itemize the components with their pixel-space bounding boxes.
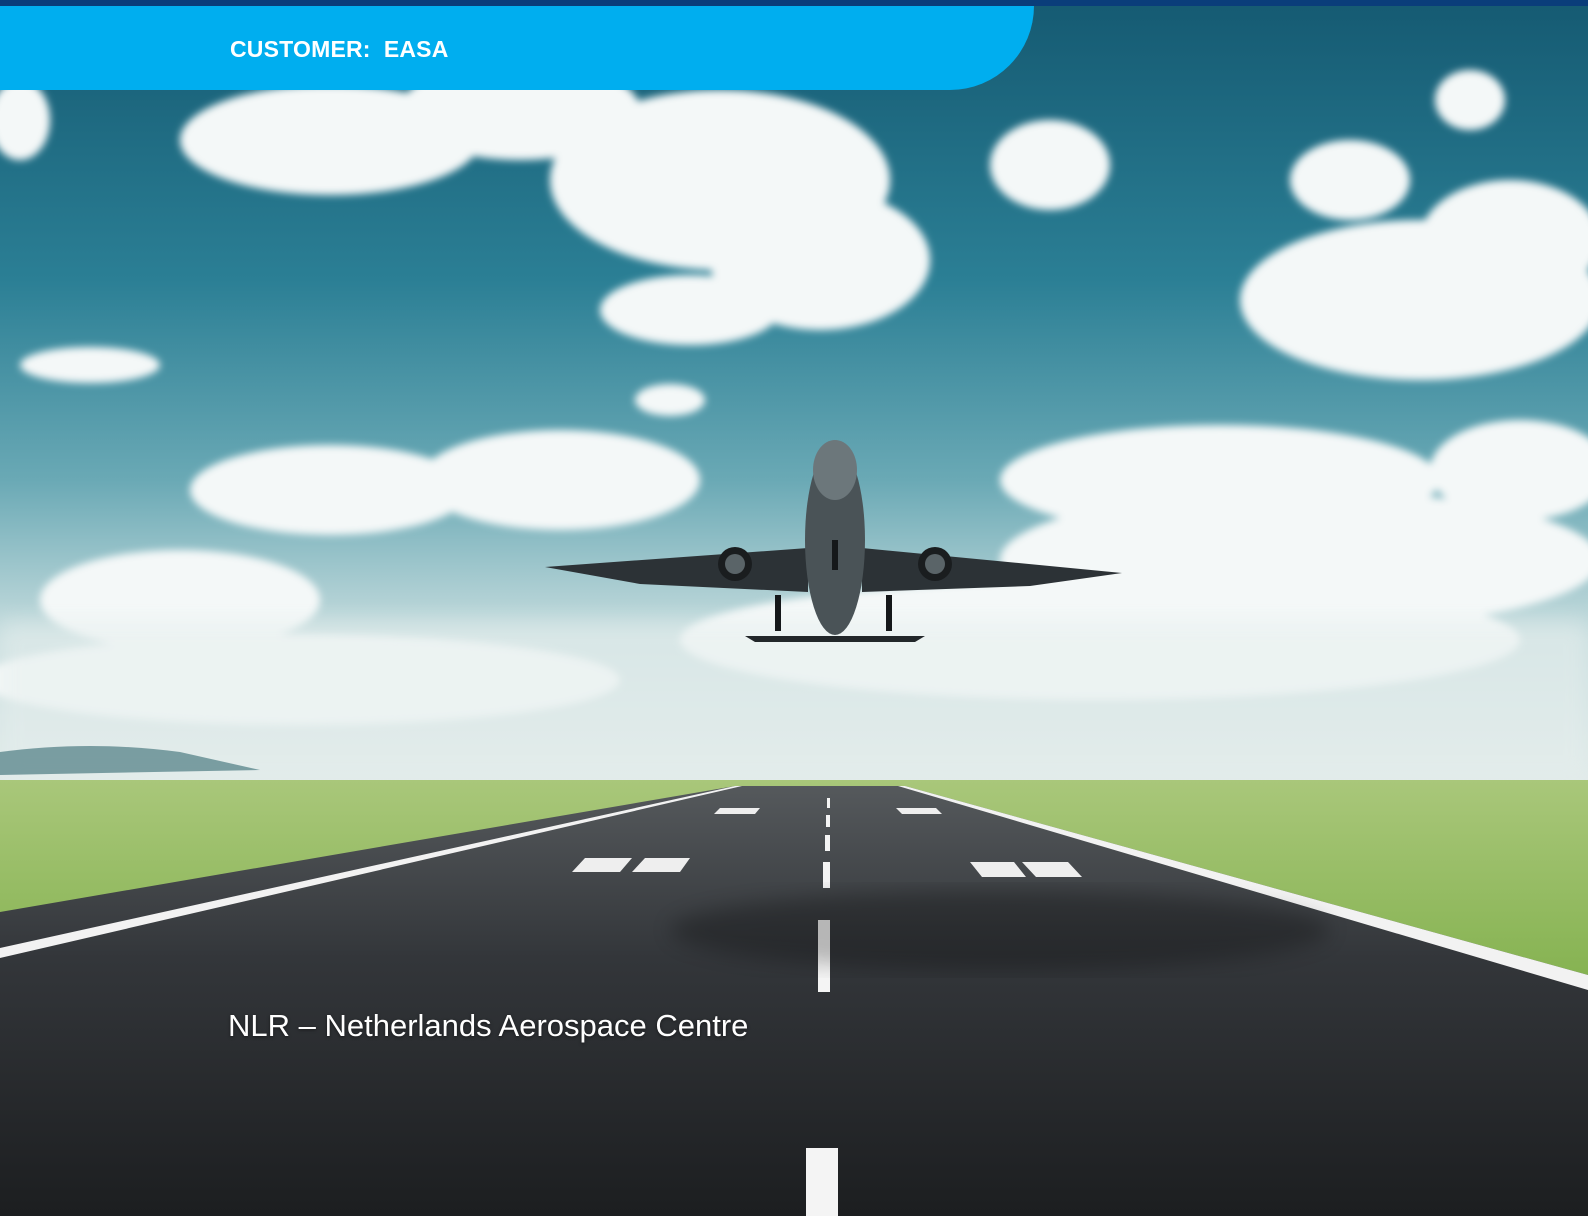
customer-banner: CUSTOMER: EASA bbox=[0, 6, 1034, 90]
customer-label: CUSTOMER: EASA bbox=[230, 36, 449, 62]
organization-name: NLR – Netherlands Aerospace Centre bbox=[228, 1008, 749, 1043]
